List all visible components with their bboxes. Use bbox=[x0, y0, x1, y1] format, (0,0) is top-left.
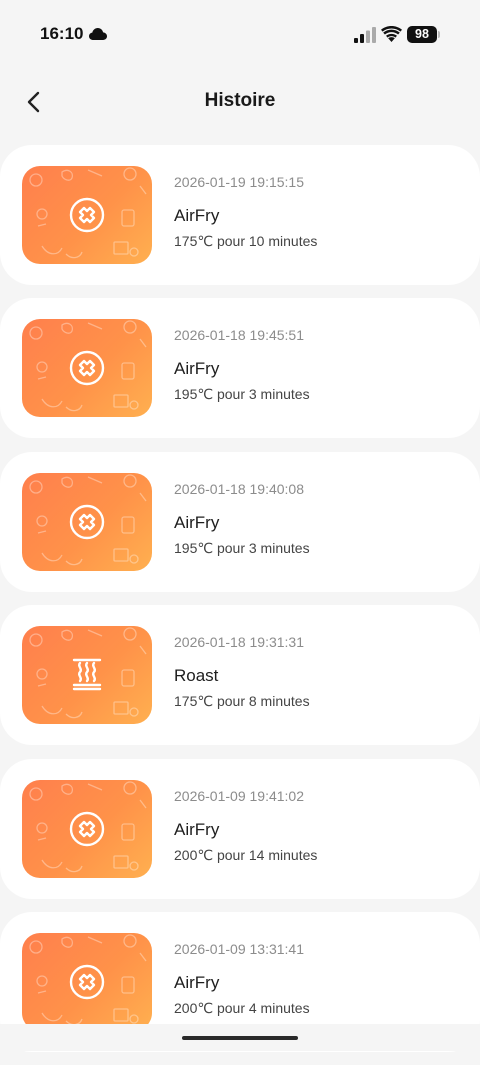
history-detail: 175℃ pour 8 minutes bbox=[174, 693, 310, 710]
history-mode: AirFry bbox=[174, 972, 220, 992]
airfry-icon bbox=[69, 351, 105, 386]
history-date: 2026-01-19 19:15:15 bbox=[174, 174, 304, 190]
history-detail: 195℃ pour 3 minutes bbox=[174, 386, 310, 403]
mode-thumbnail bbox=[22, 626, 152, 725]
history-mode: AirFry bbox=[174, 512, 220, 532]
history-mode: AirFry bbox=[174, 819, 220, 839]
airfry-icon bbox=[69, 504, 105, 539]
history-card[interactable]: 2026-01-18 19:31:31 Roast 175℃ pour 8 mi… bbox=[0, 605, 480, 746]
page-title: Histoire bbox=[204, 90, 276, 111]
mode-thumbnail bbox=[22, 932, 152, 1031]
roast-icon bbox=[72, 658, 102, 691]
airfry-icon bbox=[69, 964, 105, 1000]
home-indicator[interactable] bbox=[182, 1036, 298, 1040]
history-card[interactable]: 2026-01-18 19:40:08 AirFry 195℃ pour 3 m… bbox=[0, 451, 480, 592]
airfry-icon bbox=[69, 197, 105, 233]
cloud-icon bbox=[89, 28, 107, 40]
airfry-icon bbox=[69, 811, 105, 846]
status-time: 16:10 bbox=[40, 24, 84, 43]
history-detail: 200℃ pour 14 minutes bbox=[174, 846, 318, 863]
history-detail: 195℃ pour 3 minutes bbox=[174, 539, 310, 556]
mode-thumbnail bbox=[22, 779, 152, 878]
history-list: 2026-01-19 19:15:15 AirFry 175℃ pour 10 … bbox=[0, 145, 480, 1065]
header: Histoire bbox=[0, 70, 480, 134]
history-card[interactable]: 2026-01-09 19:41:02 AirFry 200℃ pour 14 … bbox=[0, 758, 480, 899]
mode-thumbnail bbox=[22, 166, 152, 264]
bottom-bar bbox=[0, 1024, 480, 1051]
history-detail: 200℃ pour 4 minutes bbox=[174, 999, 310, 1016]
mode-thumbnail bbox=[22, 472, 152, 571]
history-date: 2026-01-18 19:31:31 bbox=[174, 634, 304, 651]
history-mode: AirFry bbox=[174, 359, 220, 379]
history-mode: AirFry bbox=[174, 206, 220, 225]
wifi-icon bbox=[381, 26, 402, 42]
signal-icon bbox=[354, 27, 376, 43]
history-card[interactable]: 2026-01-19 19:15:15 AirFry 175℃ pour 10 … bbox=[0, 145, 480, 285]
status-bar: 16:10 98 bbox=[0, 0, 480, 70]
history-mode: Roast bbox=[174, 666, 219, 686]
history-date: 2026-01-09 13:31:41 bbox=[174, 940, 304, 957]
history-date: 2026-01-18 19:45:51 bbox=[174, 327, 304, 344]
history-card[interactable]: 2026-01-18 19:45:51 AirFry 195℃ pour 3 m… bbox=[0, 298, 480, 439]
history-date: 2026-01-09 19:41:02 bbox=[174, 787, 304, 804]
battery-indicator: 98 bbox=[407, 26, 437, 43]
history-date: 2026-01-18 19:40:08 bbox=[174, 480, 304, 497]
battery-tip bbox=[438, 31, 440, 38]
history-detail: 175℃ pour 10 minutes bbox=[174, 233, 318, 249]
mode-thumbnail bbox=[22, 319, 152, 418]
